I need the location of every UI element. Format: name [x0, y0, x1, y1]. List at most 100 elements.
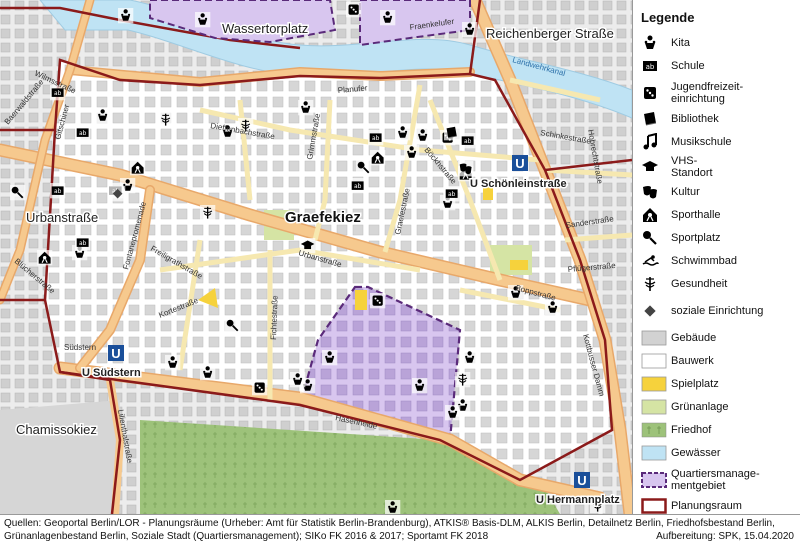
- health-icon: [455, 372, 471, 388]
- kita-icon: [200, 365, 216, 381]
- theatre-masks-icon: [641, 183, 671, 201]
- legend-item-label: Friedhof: [671, 424, 712, 436]
- legend-item-label: Planungsraum: [671, 500, 742, 512]
- playground-swatch: [641, 375, 671, 393]
- legend-item: ab Schule: [641, 56, 794, 76]
- youth-center-icon: [641, 84, 671, 102]
- legend-item-label: VHS- Standort: [671, 155, 713, 179]
- legend-item-label: Gebäude: [671, 332, 717, 344]
- sports-hall-icon: [130, 160, 146, 176]
- legend-item: Sporthalle: [641, 205, 794, 225]
- kita-icon: [118, 8, 134, 24]
- school-icon: ab: [350, 178, 366, 194]
- school-icon: ab: [368, 130, 384, 146]
- kita-icon: [641, 34, 671, 52]
- health-icon: [158, 112, 174, 128]
- legend-item-label: Spielplatz: [671, 378, 719, 390]
- svg-text:ab: ab: [79, 240, 87, 247]
- sports-hall-icon: [641, 206, 671, 224]
- kita-icon: [412, 378, 428, 394]
- youth-center-icon: [346, 2, 362, 18]
- svg-text:ab: ab: [79, 130, 87, 137]
- social-facility-icon: [110, 186, 126, 202]
- social-facility-icon: [641, 302, 671, 320]
- legend-item-label: Quartiersmanage-mentgebiet: [671, 468, 760, 492]
- legend-item: Gebäude: [641, 328, 794, 348]
- svg-text:ab: ab: [354, 183, 362, 190]
- station-hermannplatz[interactable]: U: [574, 472, 590, 488]
- qm-area-swatch: [641, 471, 671, 489]
- district-title: Graefekiez: [285, 209, 361, 226]
- health-icon: [200, 205, 216, 221]
- svg-text:ab: ab: [372, 135, 380, 142]
- legend-item-label: Bauwerk: [671, 355, 714, 367]
- sports-field-icon: [356, 160, 372, 176]
- sports-hall-icon: [370, 150, 386, 166]
- legend-item: Bibliothek: [641, 109, 794, 129]
- school-icon: ab: [641, 57, 671, 75]
- green-space-swatch: [641, 398, 671, 416]
- kita-icon: [545, 300, 561, 316]
- playground: [510, 260, 528, 270]
- legend-item: Planungsraum: [641, 496, 794, 516]
- building-swatch: [641, 329, 671, 347]
- legend-item: soziale Einrichtung: [641, 297, 794, 325]
- legend-item: Quartiersmanage-mentgebiet: [641, 466, 794, 494]
- school-icon: ab: [460, 133, 476, 149]
- legend-item-label: Jugendfreizeit-einrichtung: [671, 81, 744, 105]
- sports-hall-icon: [37, 250, 53, 266]
- svg-text:ab: ab: [54, 90, 62, 97]
- legend-item-label: Schwimmbad: [671, 255, 738, 267]
- kita-icon: [380, 10, 396, 26]
- station-sudstern-symbol: U: [111, 346, 120, 361]
- area-label-wassertorplatz: Wassertorplatz: [222, 21, 308, 36]
- kita-icon: [395, 125, 411, 141]
- legend-item: VHS- Standort: [641, 155, 794, 179]
- legend-item-label: Musikschule: [671, 136, 732, 148]
- station-label-sudstern: U Südstern: [82, 367, 141, 379]
- station-sudstern[interactable]: U: [108, 345, 124, 361]
- kita-icon: [462, 350, 478, 366]
- kita-icon: [462, 22, 478, 38]
- cemetery-area-west: [0, 400, 120, 514]
- kita-icon: [195, 12, 211, 28]
- youth-center-icon: [252, 380, 268, 396]
- planning-area-swatch: [641, 497, 671, 515]
- legend-item-label: Sporthalle: [671, 209, 721, 221]
- station-schoenlein-symbol: U: [515, 156, 524, 171]
- legend-item: Schwimmbad: [641, 251, 794, 271]
- mortarboard-icon: [641, 158, 671, 176]
- legend-item: Sportplatz: [641, 228, 794, 248]
- svg-text:ab: ab: [54, 188, 62, 195]
- sports-field-icon: [10, 185, 26, 201]
- kita-icon: [290, 372, 306, 388]
- footer-prepared: Aufbereitung: SPK, 15.04.2020: [656, 531, 794, 542]
- water-swatch: [641, 444, 671, 462]
- kita-icon: [322, 350, 338, 366]
- area-label-urbanstrasse: Urbanstraße: [26, 210, 98, 225]
- legend-item-label: Kita: [671, 37, 690, 49]
- legend-item-label: Kultur: [671, 186, 700, 198]
- legend-item: Kultur: [641, 182, 794, 202]
- health-icon: [641, 275, 671, 293]
- legend-item: Friedhof: [641, 420, 794, 440]
- kita-icon: [445, 405, 461, 421]
- legend-item: Gewässer: [641, 443, 794, 463]
- school-icon: ab: [50, 183, 66, 199]
- station-schoenlein[interactable]: U: [512, 155, 528, 171]
- legend-item: Bauwerk: [641, 351, 794, 371]
- legend-item-label: Sportplatz: [671, 232, 721, 244]
- map-canvas[interactable]: ababababababababab U U U Graefekiez Wass…: [0, 0, 632, 514]
- swimming-pool-icon: [641, 252, 671, 270]
- legend-item-label: Gewässer: [671, 447, 721, 459]
- station-label-schoenlein: U Schönleinstraße: [470, 178, 567, 190]
- school-icon: ab: [444, 186, 460, 202]
- legend-item: Jugendfreizeit-einrichtung: [641, 79, 794, 107]
- legend-item-label: Grünanlage: [671, 401, 729, 413]
- area-label-reichenberger: Reichenberger Straße: [486, 26, 614, 41]
- station-hermannplatz-symbol: U: [577, 473, 586, 488]
- legend-list: Kita ab Schule Jugendfreizeit-einrichtung Bi…: [641, 33, 794, 516]
- legend-item: Kita: [641, 33, 794, 53]
- cemetery-swatch: [641, 421, 671, 439]
- legend-item-label: Gesundheit: [671, 278, 728, 290]
